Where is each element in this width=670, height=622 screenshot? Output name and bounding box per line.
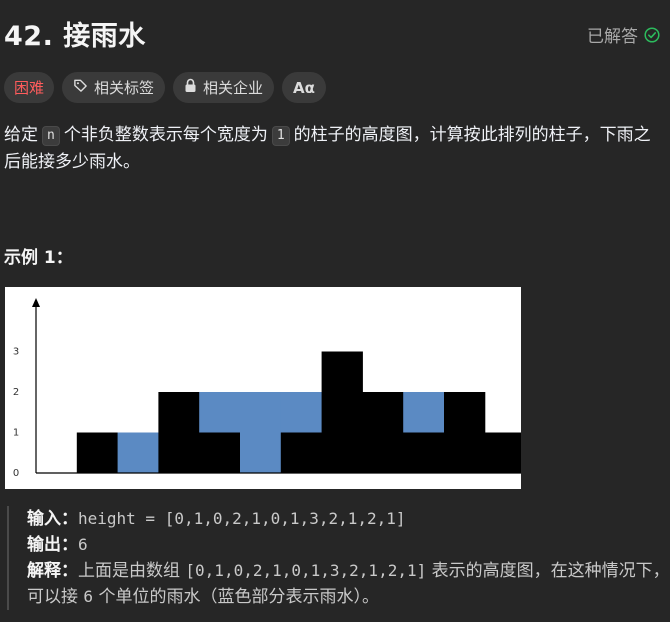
water-5 [240, 392, 282, 473]
desc-text-1: 给定 [4, 125, 38, 145]
example-output-line: 输出：6 [27, 532, 670, 558]
bar-11 [484, 432, 527, 473]
y-tick-label-0: 0 [13, 468, 19, 479]
translate-button[interactable]: Aα [282, 72, 326, 103]
bar-7 [321, 351, 363, 473]
y-axis-arrow [32, 298, 40, 307]
code-n: n [42, 126, 60, 146]
bar-6 [280, 432, 323, 473]
bar-3 [158, 392, 200, 473]
water-2 [117, 432, 159, 473]
bar-10 [444, 392, 486, 473]
water-6 [280, 392, 323, 433]
explain-text-1: 上面是由数组 [78, 561, 180, 581]
desc-text-2: 个非负整数表示每个宽度为 [63, 125, 268, 145]
title-row: 42. 接雨水 已解答 [4, 14, 660, 54]
example-explanation: 解释：上面是由数组 [0,1,0,2,1,0,1,3,2,1,2,1] 表示的高… [27, 558, 670, 610]
tag-row: 困难 相关标签 相关企业 Aα [4, 72, 326, 103]
water-4 [199, 392, 241, 433]
example-box: 输入：height = [0,1,0,2,1,0,1,3,2,1,2,1] 输出… [7, 506, 670, 610]
related-topics-button[interactable]: 相关标签 [62, 72, 166, 103]
related-companies-button[interactable]: 相关企业 [173, 72, 275, 103]
bar-8 [362, 392, 404, 473]
bar-4 [199, 432, 241, 473]
explain-label: 解释： [27, 561, 78, 581]
related-topics-label: 相关标签 [94, 79, 155, 97]
code-1: 1 [271, 126, 290, 146]
elevation-chart: 0 1 2 3 [13, 298, 527, 479]
y-tick-label-2: 2 [13, 387, 19, 398]
y-tick-label-3: 3 [13, 347, 19, 358]
water-9 [403, 392, 445, 433]
lock-icon [184, 78, 197, 97]
output-value: 6 [78, 535, 88, 554]
output-label: 输出： [27, 535, 78, 555]
difficulty-badge[interactable]: 困难 [4, 72, 55, 103]
difficulty-label: 困难 [14, 79, 45, 97]
example-title: 示例 1： [4, 248, 73, 268]
related-companies-label: 相关企业 [203, 79, 264, 97]
problem-title[interactable]: 42. 接雨水 [4, 14, 146, 53]
example-input-line: 输入：height = [0,1,0,2,1,0,1,3,2,1,2,1] [27, 506, 670, 532]
check-circle-icon [644, 26, 660, 43]
solved-status: 已解答 [587, 22, 660, 47]
input-label: 输入： [27, 509, 78, 529]
bar-1 [76, 432, 119, 473]
y-tick-label-1: 1 [13, 428, 19, 439]
translate-icon: Aα [293, 78, 315, 97]
problem-description: 给定 n 个非负整数表示每个宽度为 1 的柱子的高度图，计算按此排列的柱子，下雨之后能接… [4, 122, 664, 176]
bar-9 [403, 432, 445, 473]
tag-icon [73, 78, 88, 97]
solved-label: 已解答 [587, 27, 638, 47]
input-value: height = [0,1,0,2,1,0,1,3,2,1,2,1] [78, 509, 406, 528]
explain-text-3: 个单位的雨水（蓝色部分表示雨水）。 [98, 587, 379, 607]
explain-code: [0,1,0,2,1,0,1,3,2,1,2,1] [185, 561, 427, 580]
explain-num: 6 [83, 587, 94, 606]
elevation-map-image: 0 1 2 3 [5, 287, 527, 489]
